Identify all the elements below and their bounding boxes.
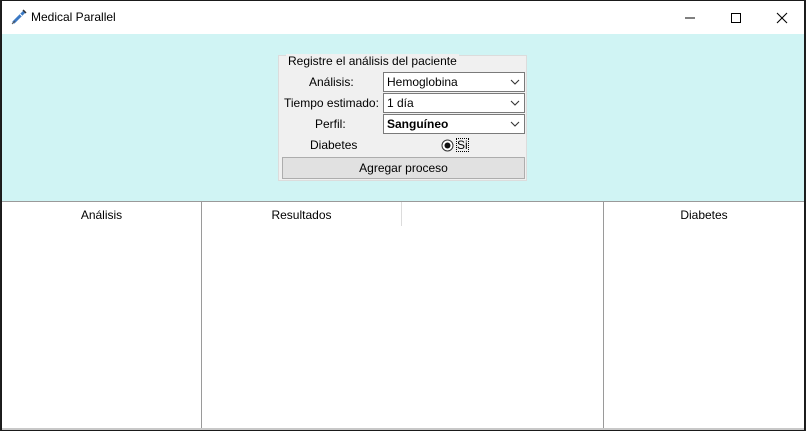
chevron-down-icon bbox=[510, 100, 520, 106]
chevron-down-icon bbox=[510, 121, 520, 127]
syringe-icon bbox=[11, 9, 27, 25]
form-area: Registre el análisis del paciente Anális… bbox=[2, 34, 804, 201]
header-separator bbox=[401, 202, 402, 226]
app-window: Medical Parallel Registre el análisis de… bbox=[1, 0, 805, 431]
analisis-value: Hemoglobina bbox=[387, 75, 458, 89]
bottom-border bbox=[2, 428, 804, 430]
tiempo-value: 1 día bbox=[387, 96, 414, 110]
chevron-down-icon bbox=[510, 79, 520, 85]
analisis-label: Análisis: bbox=[309, 75, 354, 89]
title-bar[interactable]: Medical Parallel bbox=[2, 1, 804, 33]
minimize-icon bbox=[685, 17, 695, 19]
close-icon bbox=[776, 12, 788, 24]
maximize-button[interactable] bbox=[713, 1, 759, 33]
tiempo-label: Tiempo estimado: bbox=[284, 96, 379, 110]
column-separator bbox=[603, 202, 604, 429]
perfil-label: Perfil: bbox=[315, 117, 346, 131]
tiempo-select[interactable]: 1 día bbox=[383, 93, 525, 113]
diabetes-radio[interactable] bbox=[441, 139, 454, 152]
results-table: Análisis Resultados Diabetes bbox=[2, 201, 804, 429]
column-header-analisis[interactable]: Análisis bbox=[2, 208, 201, 222]
add-process-button[interactable]: Agregar proceso bbox=[282, 157, 525, 179]
perfil-value: Sanguíneo bbox=[387, 117, 449, 131]
analysis-group: Registre el análisis del paciente Anális… bbox=[278, 54, 527, 181]
diabetes-option-label[interactable]: Si bbox=[456, 138, 469, 152]
maximize-icon bbox=[731, 13, 741, 23]
column-header-diabetes[interactable]: Diabetes bbox=[604, 208, 804, 222]
diabetes-label: Diabetes bbox=[310, 138, 358, 152]
close-button[interactable] bbox=[759, 1, 805, 33]
perfil-select[interactable]: Sanguíneo bbox=[383, 114, 525, 134]
window-title: Medical Parallel bbox=[31, 10, 116, 24]
column-header-resultados[interactable]: Resultados bbox=[202, 208, 401, 222]
column-separator bbox=[201, 202, 202, 429]
minimize-button[interactable] bbox=[667, 1, 713, 33]
analisis-select[interactable]: Hemoglobina bbox=[383, 72, 525, 92]
group-legend: Registre el análisis del paciente bbox=[286, 54, 459, 68]
